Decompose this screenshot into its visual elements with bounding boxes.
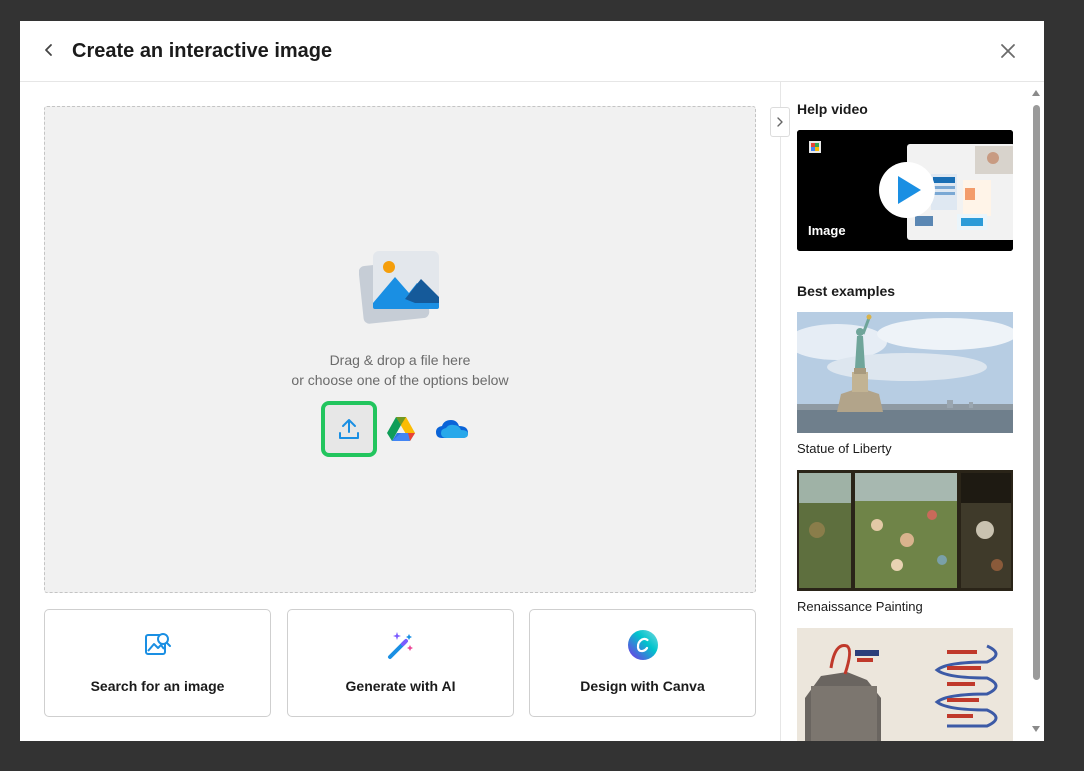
file-dropzone[interactable]: Drag & drop a file here or choose one of…: [44, 106, 756, 593]
google-drive-icon: [387, 417, 415, 441]
canva-icon: [627, 630, 658, 660]
design-canva-label: Design with Canva: [580, 678, 705, 694]
chevron-left-icon: [45, 44, 52, 56]
image-placeholder-icon: [359, 251, 439, 324]
sidebar-divider: [780, 82, 781, 741]
collapse-sidebar-button[interactable]: [770, 107, 790, 137]
search-image-card[interactable]: Search for an image: [44, 609, 271, 717]
statue-of-liberty-image: [797, 312, 1013, 433]
back-button[interactable]: [38, 39, 60, 61]
page-title: Create an interactive image: [72, 40, 333, 62]
generate-ai-card[interactable]: Generate with AI: [287, 609, 514, 717]
chevron-right-icon: [777, 117, 783, 127]
example-label-painting: Renaissance Painting: [797, 599, 923, 614]
google-drive-button[interactable]: [376, 404, 426, 454]
example-thumbnail-statue[interactable]: [797, 312, 1013, 433]
dropzone-instruction: Drag & drop a file here: [329, 352, 471, 368]
image-search-icon: [144, 633, 171, 655]
create-image-modal: Create an interactive image Drag & drop …: [20, 21, 1044, 741]
generate-ai-label: Generate with AI: [345, 678, 456, 694]
upload-button[interactable]: [321, 401, 377, 457]
onedrive-icon: [436, 420, 468, 438]
example-label-statue: Statue of Liberty: [797, 441, 892, 456]
close-icon: [1001, 44, 1015, 58]
modal-header: Create an interactive image: [20, 21, 1044, 82]
example-thumbnail-infographic[interactable]: [797, 628, 1013, 741]
video-label: Image: [808, 223, 846, 238]
scroll-up-arrow-icon[interactable]: [1032, 90, 1040, 96]
scroll-down-arrow-icon[interactable]: [1032, 726, 1040, 732]
magic-wand-icon: [387, 632, 413, 659]
sidebar-scrollbar[interactable]: [1030, 86, 1042, 741]
design-canva-card[interactable]: Design with Canva: [529, 609, 756, 717]
search-image-label: Search for an image: [90, 678, 225, 694]
help-video-title: Help video: [797, 101, 868, 117]
help-video[interactable]: Image: [797, 130, 1013, 251]
scrollbar-thumb[interactable]: [1033, 105, 1040, 680]
onedrive-button[interactable]: [427, 404, 477, 454]
upload-icon: [339, 419, 359, 439]
dropzone-subinstruction: or choose one of the options below: [291, 372, 509, 388]
renaissance-painting-image: [797, 470, 1013, 591]
best-examples-title: Best examples: [797, 283, 896, 299]
close-button[interactable]: [996, 39, 1020, 63]
infographic-image: [797, 628, 1013, 741]
example-thumbnail-painting[interactable]: [797, 470, 1013, 591]
